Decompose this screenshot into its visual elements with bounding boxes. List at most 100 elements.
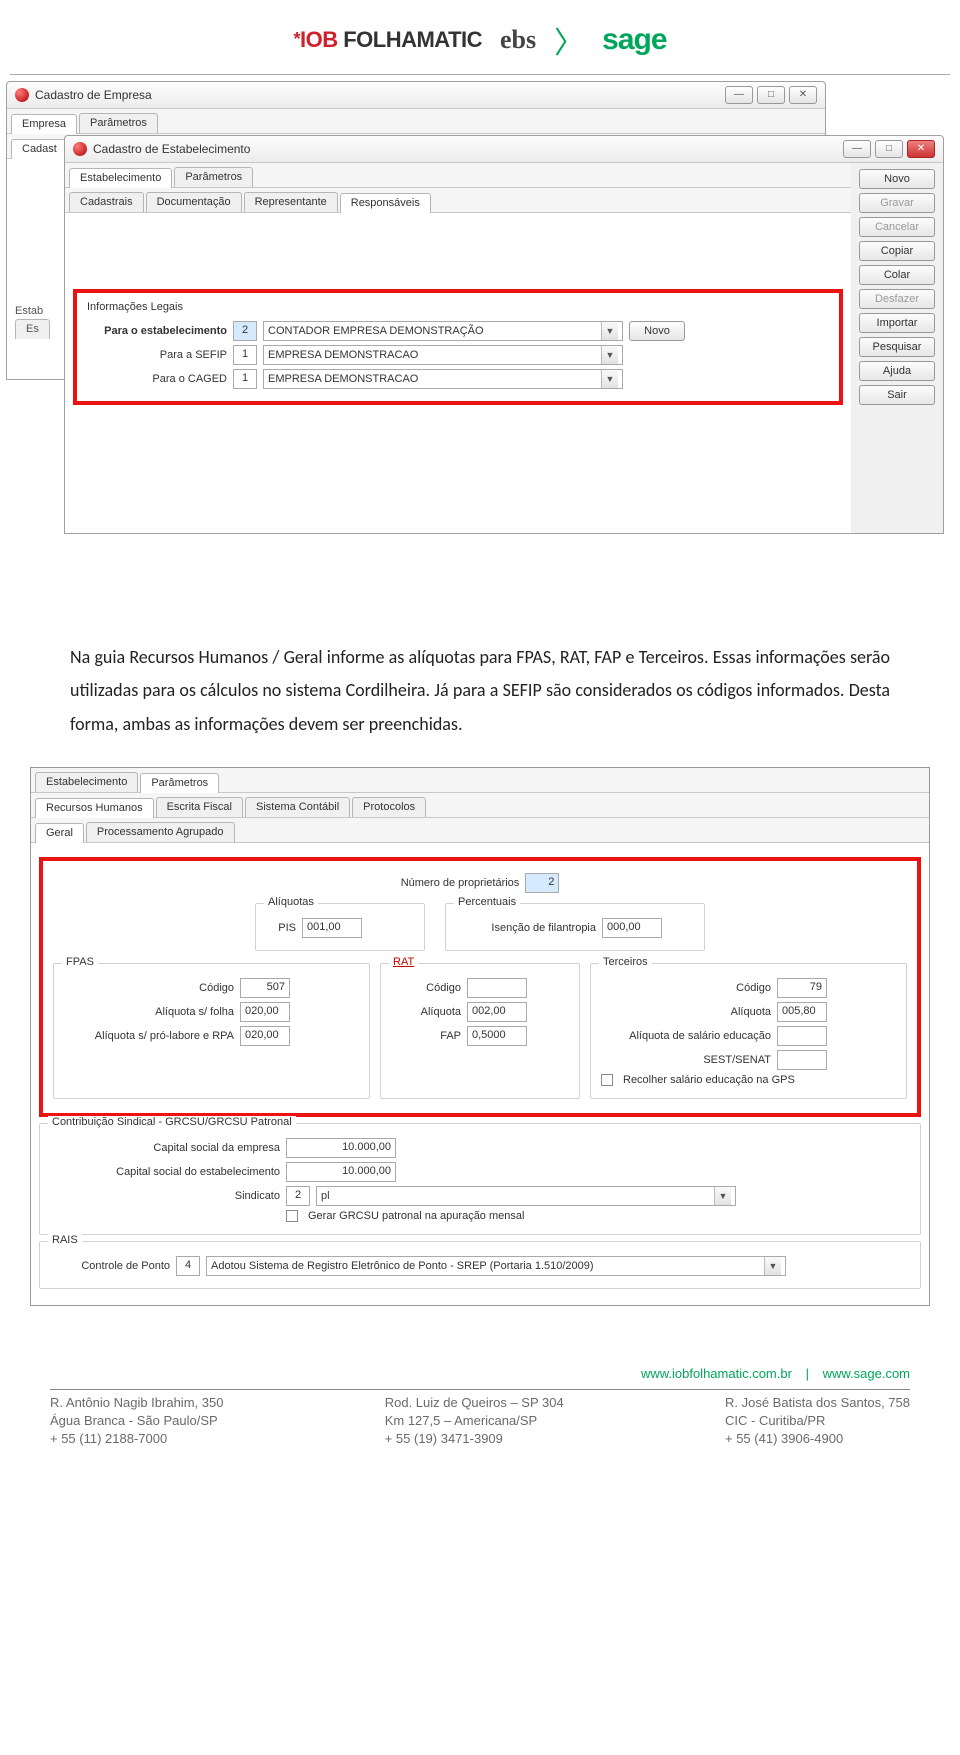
- colar-button[interactable]: Colar: [859, 265, 935, 285]
- footer-col1: R. Antônio Nagib Ibrahim, 350 Água Branc…: [50, 1394, 223, 1449]
- checkbox-gerar-grcsu[interactable]: [286, 1210, 298, 1222]
- footer-phone: + 55 (11) 2188-7000: [50, 1430, 223, 1448]
- importar-button[interactable]: Importar: [859, 313, 935, 333]
- select-estab-desc[interactable]: CONTADOR EMPRESA DEMONSTRAÇÃO ▼: [263, 321, 623, 341]
- tab-parametros-emp[interactable]: Parâmetros: [79, 113, 158, 133]
- footer-city: Água Branca - São Paulo/SP: [50, 1412, 223, 1430]
- footer-city: CIC - Curitiba/PR: [725, 1412, 910, 1430]
- input-num-prop[interactable]: 2: [525, 873, 559, 893]
- input-terc-aliqedu[interactable]: [777, 1026, 827, 1046]
- group-fpas: FPAS Código507 Alíquota s/ folha020,00 A…: [53, 963, 370, 1099]
- tab-documentacao[interactable]: Documentação: [146, 192, 242, 212]
- input-terc-aliq[interactable]: 005,80: [777, 1002, 827, 1022]
- tab-cadast[interactable]: Cadast: [11, 139, 68, 159]
- select-sefip-desc[interactable]: EMPRESA DEMONSTRACAO ▼: [263, 345, 623, 365]
- select-sindicato[interactable]: pl ▼: [316, 1186, 736, 1206]
- footer-sep: |: [806, 1366, 809, 1381]
- ajuda-button[interactable]: Ajuda: [859, 361, 935, 381]
- input-sind-code[interactable]: 2: [286, 1186, 310, 1206]
- footer-city: Km 127,5 – Americana/SP: [385, 1412, 564, 1430]
- tab-cadastrais[interactable]: Cadastrais: [69, 192, 144, 212]
- label-rat-aliq: Alíquota: [391, 1006, 461, 1018]
- input-rat-fap[interactable]: 0,5000: [467, 1026, 527, 1046]
- footer-phone: + 55 (41) 3906-4900: [725, 1430, 910, 1448]
- tabs-empresa-top: Empresa Parâmetros: [7, 109, 825, 134]
- input-estab-code[interactable]: 2: [233, 321, 257, 341]
- tab-protocolos[interactable]: Protocolos: [352, 797, 426, 817]
- side-buttons-column: Novo Gravar Cancelar Copiar Colar Desfaz…: [851, 163, 943, 411]
- label-rat-codigo: Código: [391, 982, 461, 994]
- close-button[interactable]: ✕: [789, 86, 817, 104]
- gravar-button[interactable]: Gravar: [859, 193, 935, 213]
- tab-geral[interactable]: Geral: [35, 823, 84, 843]
- window-body-estab: Informações Legais Para o estabeleciment…: [65, 213, 851, 533]
- label-rat-fap: FAP: [391, 1030, 461, 1042]
- maximize-button[interactable]: □: [757, 86, 785, 104]
- input-rais-code[interactable]: 4: [176, 1256, 200, 1276]
- row-gerar-grcsu: Gerar GRCSU patronal na apuração mensal: [286, 1210, 910, 1222]
- tab-proc-agrupado[interactable]: Processamento Agrupado: [86, 822, 235, 842]
- footer-addr: R. Antônio Nagib Ibrahim, 350: [50, 1394, 223, 1412]
- page-footer: www.iobfolhamatic.com.br | www.sage.com …: [0, 1366, 960, 1479]
- tab-estabelecimento2[interactable]: Estabelecimento: [35, 772, 138, 792]
- legal-legend: Informações Legais: [87, 301, 829, 313]
- screenshot-stack: Cadastro de Empresa — □ ✕ Empresa Parâme…: [6, 81, 954, 611]
- tab-empresa[interactable]: Empresa: [11, 114, 77, 134]
- input-terc-sest[interactable]: [777, 1050, 827, 1070]
- select-caged-desc[interactable]: EMPRESA DEMONSTRACAO ▼: [263, 369, 623, 389]
- footer-link-sage[interactable]: www.sage.com: [823, 1366, 910, 1381]
- label-terc-aliq: Alíquota: [601, 1006, 771, 1018]
- label-recolher: Recolher salário educação na GPS: [623, 1074, 795, 1086]
- checkbox-recolher[interactable]: [601, 1074, 613, 1086]
- app-icon: [73, 142, 87, 156]
- footer-col3: R. José Batista dos Santos, 758 CIC - Cu…: [725, 1394, 910, 1449]
- tab-parametros-estab[interactable]: Parâmetros: [174, 167, 253, 187]
- close-button[interactable]: ✕: [907, 140, 935, 158]
- novo-button-inline[interactable]: Novo: [629, 321, 685, 341]
- window-title: Cadastro de Empresa: [35, 88, 152, 102]
- chevron-down-icon: ▼: [601, 346, 618, 364]
- tab-parametros2[interactable]: Parâmetros: [140, 773, 219, 793]
- input-cap-emp[interactable]: 10.000,00: [286, 1138, 396, 1158]
- input-rat-codigo[interactable]: [467, 978, 527, 998]
- chevron-down-icon: ▼: [601, 370, 618, 388]
- copiar-button[interactable]: Copiar: [859, 241, 935, 261]
- chevron-down-icon: ▼: [764, 1257, 781, 1275]
- subtab-es[interactable]: Es: [15, 319, 50, 339]
- select-sind-text: pl: [321, 1190, 330, 1202]
- footer-link-iob[interactable]: www.iobfolhamatic.com.br: [641, 1366, 792, 1381]
- input-terc-codigo[interactable]: 79: [777, 978, 827, 998]
- footer-links: www.iobfolhamatic.com.br | www.sage.com: [50, 1366, 910, 1381]
- select-sefip-text: EMPRESA DEMONSTRACAO: [268, 349, 418, 361]
- sair-button[interactable]: Sair: [859, 385, 935, 405]
- tabs-params-low: Geral Processamento Agrupado: [31, 818, 929, 843]
- input-fpas-aliqpro[interactable]: 020,00: [240, 1026, 290, 1046]
- row-recolher: Recolher salário educação na GPS: [601, 1074, 896, 1086]
- novo-button[interactable]: Novo: [859, 169, 935, 189]
- select-rais[interactable]: Adotou Sistema de Registro Eletrônico de…: [206, 1256, 786, 1276]
- input-caged-code[interactable]: 1: [233, 369, 257, 389]
- input-fpas-aliqfolha[interactable]: 020,00: [240, 1002, 290, 1022]
- input-cap-est[interactable]: 10.000,00: [286, 1162, 396, 1182]
- titlebar-empresa: Cadastro de Empresa — □ ✕: [7, 82, 825, 109]
- group-rat: RAT Código Alíquota002,00 FAP0,5000: [380, 963, 580, 1099]
- maximize-button[interactable]: □: [875, 140, 903, 158]
- row-para-caged: Para o CAGED 1 EMPRESA DEMONSTRACAO ▼: [87, 369, 829, 389]
- tab-estabelecimento[interactable]: Estabelecimento: [69, 168, 172, 188]
- minimize-button[interactable]: —: [725, 86, 753, 104]
- input-sefip-code[interactable]: 1: [233, 345, 257, 365]
- footer-rule: [50, 1389, 910, 1390]
- input-isencao[interactable]: 000,00: [602, 918, 662, 938]
- input-pis[interactable]: 001,00: [302, 918, 362, 938]
- cancelar-button[interactable]: Cancelar: [859, 217, 935, 237]
- input-rat-aliq[interactable]: 002,00: [467, 1002, 527, 1022]
- minimize-button[interactable]: —: [843, 140, 871, 158]
- tab-responsaveis[interactable]: Responsáveis: [340, 193, 431, 213]
- input-fpas-codigo[interactable]: 507: [240, 978, 290, 998]
- tab-representante[interactable]: Representante: [244, 192, 338, 212]
- tab-contabil[interactable]: Sistema Contábil: [245, 797, 350, 817]
- tab-rh[interactable]: Recursos Humanos: [35, 798, 154, 818]
- pesquisar-button[interactable]: Pesquisar: [859, 337, 935, 357]
- tab-escrita[interactable]: Escrita Fiscal: [156, 797, 243, 817]
- desfazer-button[interactable]: Desfazer: [859, 289, 935, 309]
